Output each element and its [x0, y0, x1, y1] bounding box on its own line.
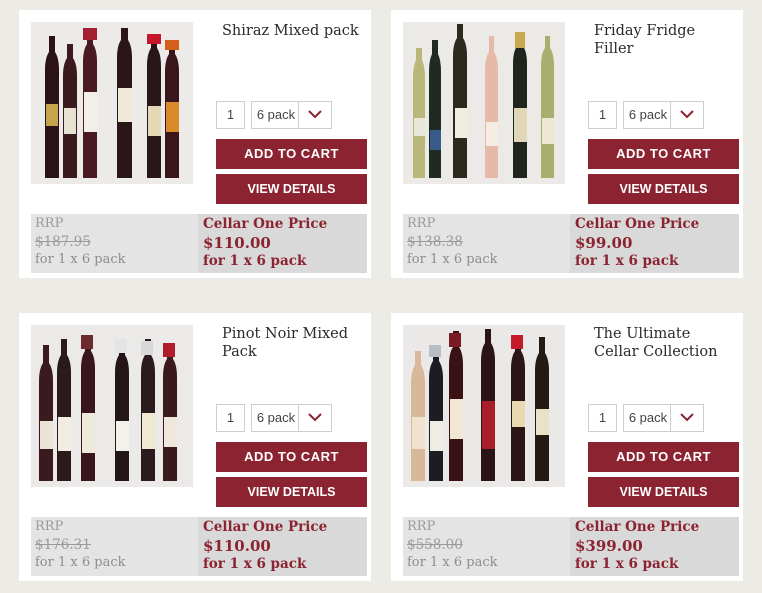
chevron-down-icon[interactable] [670, 405, 703, 431]
product-title[interactable]: Pinot Noir Mixed Pack [222, 325, 362, 361]
cellar-price-quantity: for 1 x 6 pack [575, 253, 679, 269]
view-details-button[interactable]: VIEW DETAILS [588, 477, 739, 507]
rrp-price: $138.38 [407, 234, 463, 250]
pack-size-select[interactable]: 6 pack [251, 101, 332, 129]
product-image[interactable] [403, 22, 565, 184]
product-card: Shiraz Mixed pack 1 6 pack ADD TO CART V… [19, 10, 371, 278]
add-to-cart-button[interactable]: ADD TO CART [588, 139, 739, 169]
cellar-price: $110.00 [203, 537, 271, 555]
cellar-price-quantity: for 1 x 6 pack [203, 253, 307, 269]
cellar-price: $99.00 [575, 234, 633, 252]
rrp-quantity: for 1 x 6 pack [35, 555, 126, 570]
product-card: Friday Fridge Filler 1 6 pack ADD TO CAR… [391, 10, 743, 278]
rrp-price: $176.31 [35, 537, 91, 553]
pack-size-value: 6 pack [628, 107, 668, 122]
quantity-input[interactable]: 1 [588, 404, 617, 432]
rrp-label: RRP [35, 519, 64, 534]
product-title[interactable]: Shiraz Mixed pack [222, 22, 362, 40]
view-details-button[interactable]: VIEW DETAILS [216, 174, 367, 204]
rrp-box: RRP $138.38 for 1 x 6 pack [403, 214, 570, 273]
cellar-price-label: Cellar One Price [203, 519, 328, 535]
pack-size-value: 6 pack [256, 107, 296, 122]
product-image[interactable] [403, 325, 565, 487]
pack-size-value: 6 pack [256, 410, 296, 425]
product-title[interactable]: The Ultimate Cellar Collection [594, 325, 734, 361]
add-to-cart-button[interactable]: ADD TO CART [216, 442, 367, 472]
cellar-price-label: Cellar One Price [203, 216, 328, 232]
quantity-input[interactable]: 1 [588, 101, 617, 129]
cellar-price-quantity: for 1 x 6 pack [203, 556, 307, 572]
chevron-down-icon[interactable] [298, 405, 331, 431]
view-details-button[interactable]: VIEW DETAILS [216, 477, 367, 507]
add-to-cart-button[interactable]: ADD TO CART [216, 139, 367, 169]
rrp-label: RRP [407, 216, 436, 231]
quantity-input[interactable]: 1 [216, 404, 245, 432]
pack-size-select[interactable]: 6 pack [623, 404, 704, 432]
rrp-box: RRP $187.95 for 1 x 6 pack [31, 214, 198, 273]
cellar-price-box: Cellar One Price $110.00 for 1 x 6 pack [198, 214, 367, 273]
rrp-label: RRP [407, 519, 436, 534]
product-image[interactable] [31, 325, 193, 487]
product-card: The Ultimate Cellar Collection 1 6 pack … [391, 313, 743, 581]
cellar-price-box: Cellar One Price $399.00 for 1 x 6 pack [570, 517, 739, 576]
product-title[interactable]: Friday Fridge Filler [594, 22, 734, 58]
product-card: Pinot Noir Mixed Pack 1 6 pack ADD TO CA… [19, 313, 371, 581]
product-image[interactable] [31, 22, 193, 184]
rrp-price: $558.00 [407, 537, 463, 553]
rrp-quantity: for 1 x 6 pack [407, 252, 498, 267]
cellar-price-label: Cellar One Price [575, 519, 700, 535]
cellar-price: $110.00 [203, 234, 271, 252]
view-details-button[interactable]: VIEW DETAILS [588, 174, 739, 204]
chevron-down-icon[interactable] [298, 102, 331, 128]
rrp-quantity: for 1 x 6 pack [35, 252, 126, 267]
add-to-cart-button[interactable]: ADD TO CART [588, 442, 739, 472]
pack-size-value: 6 pack [628, 410, 668, 425]
rrp-box: RRP $176.31 for 1 x 6 pack [31, 517, 198, 576]
rrp-box: RRP $558.00 for 1 x 6 pack [403, 517, 570, 576]
cellar-price-box: Cellar One Price $99.00 for 1 x 6 pack [570, 214, 739, 273]
cellar-price-label: Cellar One Price [575, 216, 700, 232]
chevron-down-icon[interactable] [670, 102, 703, 128]
quantity-input[interactable]: 1 [216, 101, 245, 129]
pack-size-select[interactable]: 6 pack [251, 404, 332, 432]
rrp-label: RRP [35, 216, 64, 231]
cellar-price: $399.00 [575, 537, 643, 555]
cellar-price-quantity: for 1 x 6 pack [575, 556, 679, 572]
pack-size-select[interactable]: 6 pack [623, 101, 704, 129]
rrp-quantity: for 1 x 6 pack [407, 555, 498, 570]
cellar-price-box: Cellar One Price $110.00 for 1 x 6 pack [198, 517, 367, 576]
rrp-price: $187.95 [35, 234, 91, 250]
